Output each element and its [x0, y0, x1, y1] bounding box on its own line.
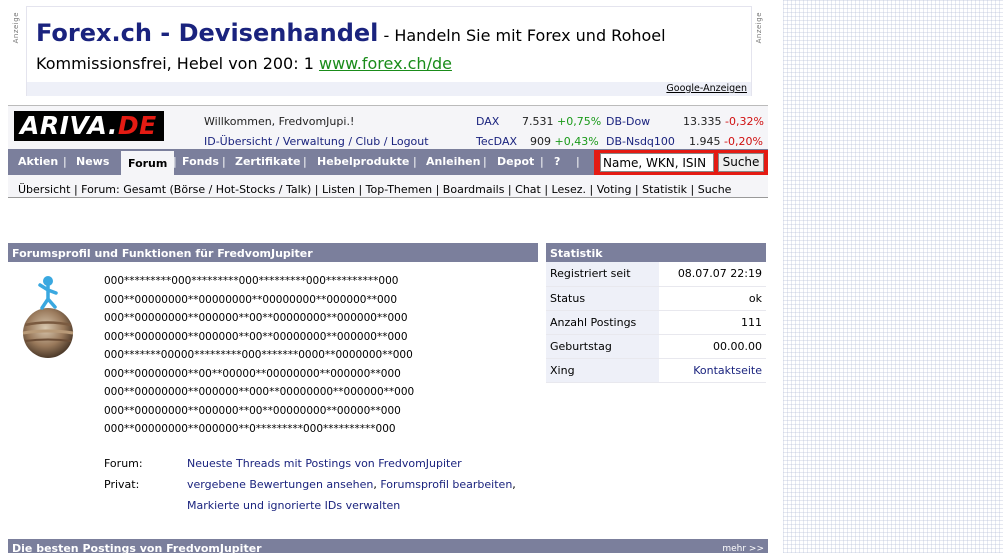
ad-footer: Google-Anzeigen — [27, 82, 751, 96]
ticker-tecdax-value: 909 +0,43% — [530, 135, 599, 148]
stats-label: Status — [546, 286, 659, 311]
ticker-name[interactable]: DAX — [476, 115, 499, 128]
ticker-dax-value: 7.531 +0,75% — [522, 115, 602, 128]
nav-item-help[interactable]: ? — [554, 149, 560, 175]
logo-accent-text: DE — [117, 111, 157, 140]
stats-label: Xing — [546, 358, 659, 383]
nav-separator: | — [222, 155, 226, 168]
manage-ids-link[interactable]: Markierte und ignorierte IDs verwalten — [187, 499, 400, 512]
google-ad-banner[interactable]: Forex.ch - Devisenhandel - Handeln Sie m… — [26, 6, 752, 96]
private-label: Privat: — [104, 478, 140, 491]
private-links: vergebene Bewertungen ansehen, Forumspro… — [187, 478, 516, 491]
nav-separator: | — [413, 155, 417, 168]
nav-separator: | — [540, 155, 544, 168]
table-row: Geburtstag 00.00.00 — [546, 334, 766, 359]
table-row: Status ok — [546, 286, 766, 311]
table-row: Xing Kontaktseite — [546, 358, 766, 383]
ticker-name[interactable]: DB-Dow — [606, 115, 650, 128]
stats-label: Anzahl Postings — [546, 310, 659, 335]
stats-value: 111 — [659, 310, 766, 335]
nav-separator: | — [63, 155, 67, 168]
nav-item-news[interactable]: News — [76, 149, 109, 175]
ticker-dax[interactable]: DAX — [476, 115, 499, 128]
nav-item-aktien[interactable]: Aktien — [18, 149, 58, 175]
stats-value: ok — [659, 286, 766, 311]
ticker-change: +0,75% — [557, 115, 602, 128]
ticker-dbnsdq100-value: 1.945 -0,20% — [689, 135, 763, 148]
nav-separator: | — [173, 155, 177, 168]
xing-contact-link[interactable]: Kontaktseite — [659, 358, 766, 383]
nav-separator: | — [483, 155, 487, 168]
edit-profile-link[interactable]: Forumsprofil bearbeiten — [380, 478, 512, 491]
ad-url-link[interactable]: www.forex.ch/de — [319, 54, 452, 73]
stats-label: Registriert seit — [546, 262, 659, 287]
ticker-name[interactable]: DB-Nsdq100 — [606, 135, 675, 148]
stats-section-heading: Statistik — [546, 243, 766, 262]
ticker-change: -0,20% — [724, 135, 763, 148]
page: Anzeige Anzeige Forex.ch - Devisenhandel… — [0, 0, 783, 553]
stats-label: Geburtstag — [546, 334, 659, 359]
stats-value: 00.00.00 — [659, 334, 766, 359]
ad-side-label-left: Anzeige — [12, 12, 20, 44]
account-links[interactable]: ID-Übersicht / Verwaltung / Club / Logou… — [204, 135, 429, 148]
nav-item-zertifikate[interactable]: Zertifikate — [235, 149, 301, 175]
ticker-tecdax[interactable]: TecDAX — [476, 135, 517, 148]
ticker-dbdow-value: 13.335 -0,32% — [683, 115, 764, 128]
ticker-change: -0,32% — [725, 115, 764, 128]
stats-table: Registriert seit 08.07.07 22:19 Status o… — [546, 262, 766, 383]
ariva-logo[interactable]: ARIVA.DE — [14, 111, 164, 141]
profile-signature: 000*********000*********000*********000*… — [104, 275, 415, 435]
ad-title-link[interactable]: Forex.ch - Devisenhandel — [36, 19, 378, 47]
nav-item-anleihen[interactable]: Anleihen — [426, 149, 480, 175]
jupiter-avatar-image — [22, 276, 74, 358]
table-row: Anzahl Postings 111 — [546, 310, 766, 335]
ad-side-label-right: Anzeige — [755, 12, 763, 44]
stats-value: 08.07.07 22:19 — [659, 262, 766, 287]
nav-item-fonds[interactable]: Fonds — [182, 149, 219, 175]
search-button[interactable]: Suche — [718, 153, 764, 172]
ticker-name[interactable]: TecDAX — [476, 135, 517, 148]
logo-main-text: ARIVA. — [20, 111, 118, 140]
google-ads-link[interactable]: Google-Anzeigen — [666, 83, 747, 94]
site-header: ARIVA.DE Willkommen, FredvomJupi.! ID-Üb… — [8, 105, 768, 149]
more-link[interactable]: mehr >> — [722, 539, 764, 553]
nav-item-hebelprodukte[interactable]: Hebelprodukte — [317, 149, 409, 175]
search-box: Suche — [594, 150, 768, 175]
forum-subnav[interactable]: Übersicht | Forum: Gesamt (Börse / Hot-S… — [8, 175, 768, 198]
newest-threads-link[interactable]: Neueste Threads mit Postings von Fredvom… — [187, 457, 462, 470]
ad-description: Kommissionsfrei, Hebel von 200: 1 — [36, 54, 319, 73]
table-row: Registriert seit 08.07.07 22:19 — [546, 262, 766, 287]
nav-separator: | — [303, 155, 307, 168]
view-ratings-link[interactable]: vergebene Bewertungen ansehen — [187, 478, 373, 491]
ad-tagline: - Handeln Sie mit Forex und Rohoel — [378, 26, 666, 45]
nav-item-depot[interactable]: Depot — [497, 149, 534, 175]
best-postings-heading: Die besten Postings von FredvomJupiter m… — [8, 539, 768, 553]
search-input[interactable] — [600, 153, 714, 172]
welcome-text: Willkommen, FredvomJupi.! — [204, 115, 355, 128]
ticker-dbdow[interactable]: DB-Dow — [606, 115, 650, 128]
ticker-change: +0,43% — [554, 135, 599, 148]
ticker-dbnsdq100[interactable]: DB-Nsdq100 — [606, 135, 675, 148]
nav-separator: | — [576, 155, 580, 168]
main-nav: Aktien | News Forum | Fonds | Zertifikat… — [8, 149, 768, 175]
nav-item-forum[interactable]: Forum — [121, 149, 175, 175]
profile-section-heading: Forumsprofil und Funktionen für FredvomJ… — [8, 243, 538, 262]
forum-label: Forum: — [104, 457, 143, 470]
